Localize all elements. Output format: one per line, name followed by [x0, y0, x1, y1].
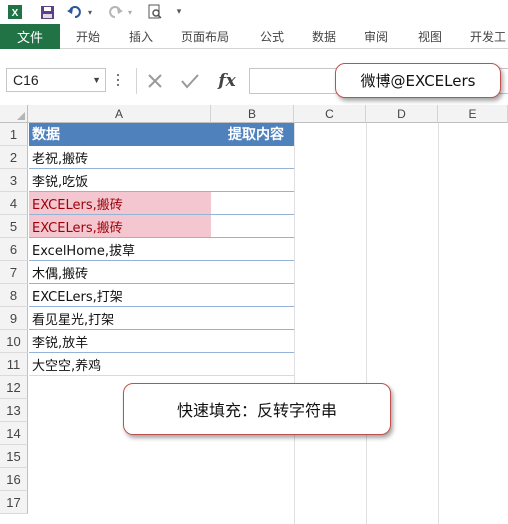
table-cell-a[interactable]: 李锐,吃饭 [29, 169, 211, 192]
row-header[interactable]: 16 [0, 468, 28, 491]
tab-developer[interactable]: 开发工 [470, 24, 506, 49]
table-cell-b[interactable] [211, 307, 294, 330]
formula-bar-grip-icon[interactable] [117, 74, 120, 86]
row-header[interactable]: 4 [0, 192, 28, 215]
row-header[interactable]: 17 [0, 491, 28, 514]
table-cell-a[interactable]: 看见星光,打架 [29, 307, 211, 330]
print-preview-icon[interactable] [146, 3, 164, 21]
table-cell-b[interactable] [211, 192, 294, 215]
table-cell-a[interactable]: 李锐,放羊 [29, 330, 211, 353]
table-cell-a-duplicate[interactable]: EXCELers,搬砖 [29, 215, 211, 238]
tab-home[interactable]: 开始 [76, 24, 100, 49]
save-icon[interactable] [38, 3, 56, 21]
redo-icon[interactable] [106, 3, 124, 21]
table-cell-b[interactable] [211, 261, 294, 284]
gridline [294, 123, 295, 524]
ribbon-tabs: 文件 开始 插入 页面布局 公式 数据 审阅 视图 开发工 [0, 24, 508, 49]
tab-review[interactable]: 审阅 [364, 24, 388, 49]
cancel-icon[interactable] [142, 70, 168, 92]
enter-check-icon[interactable] [177, 70, 203, 92]
tab-view[interactable]: 视图 [418, 24, 442, 49]
chevron-down-icon[interactable]: ▼ [92, 69, 101, 91]
table-cell-a[interactable]: EXCELers,打架 [29, 284, 211, 307]
gridline [438, 123, 439, 524]
redo-dropdown-icon[interactable]: ▾ [126, 3, 134, 21]
select-all-button[interactable] [0, 105, 28, 123]
excel-app-icon[interactable]: X [6, 3, 24, 21]
row-header[interactable]: 8 [0, 284, 28, 307]
table-cell-a[interactable]: 大空空,养鸡 [29, 353, 211, 376]
column-header-b[interactable]: B [211, 105, 294, 123]
row-header[interactable]: 15 [0, 445, 28, 468]
table-cell-a[interactable]: 木偶,搬砖 [29, 261, 211, 284]
column-header-a[interactable]: A [28, 105, 211, 123]
table-header-data[interactable]: 数据 [29, 123, 211, 146]
customize-qat-icon[interactable]: ▾ [174, 3, 184, 21]
row-header[interactable]: 2 [0, 146, 28, 169]
row-header[interactable]: 10 [0, 330, 28, 353]
watermark-callout: 微博@EXCELers [335, 63, 501, 98]
svg-text:X: X [12, 8, 19, 19]
table-cell-a[interactable]: ExcelHome,拔草 [29, 238, 211, 261]
row-header[interactable]: 9 [0, 307, 28, 330]
table-cell-b[interactable] [211, 330, 294, 353]
table-cell-b[interactable] [211, 169, 294, 192]
tab-page-layout[interactable]: 页面布局 [181, 24, 229, 49]
table-cell-a[interactable]: 老祝,搬砖 [29, 146, 211, 169]
tab-insert[interactable]: 插入 [129, 24, 153, 49]
row-header[interactable]: 12 [0, 376, 28, 399]
tab-file[interactable]: 文件 [0, 24, 60, 49]
column-header-e[interactable]: E [438, 105, 508, 123]
undo-icon[interactable] [66, 3, 84, 21]
table-cell-b[interactable] [211, 238, 294, 261]
quick-access-toolbar: X ▾ ▾ ▾ [0, 0, 508, 24]
table-cell-b[interactable] [211, 146, 294, 169]
insert-function-icon[interactable]: fx [214, 70, 240, 92]
tab-data[interactable]: 数据 [312, 24, 336, 49]
gridline [366, 123, 367, 524]
table-cell-b[interactable] [211, 353, 294, 376]
row-header[interactable]: 7 [0, 261, 28, 284]
table-cell-b[interactable] [211, 215, 294, 238]
name-box-value: C16 [13, 72, 39, 88]
row-header[interactable]: 5 [0, 215, 28, 238]
column-header-c[interactable]: C [294, 105, 366, 123]
title-callout: 快速填充：反转字符串 [123, 383, 391, 435]
row-header[interactable]: 1 [0, 123, 28, 146]
table-header-extract[interactable]: 提取内容 [211, 123, 294, 146]
row-header[interactable]: 13 [0, 399, 28, 422]
table-cell-a-duplicate[interactable]: EXCELers,搬砖 [29, 192, 211, 215]
row-header[interactable]: 3 [0, 169, 28, 192]
row-header[interactable]: 6 [0, 238, 28, 261]
row-header[interactable]: 11 [0, 353, 28, 376]
row-header[interactable]: 14 [0, 422, 28, 445]
table-cell-b[interactable] [211, 284, 294, 307]
column-header-d[interactable]: D [366, 105, 438, 123]
tab-formulas[interactable]: 公式 [260, 24, 284, 49]
formula-bar-divider [136, 68, 137, 94]
undo-dropdown-icon[interactable]: ▾ [86, 3, 94, 21]
worksheet-grid[interactable]: A B C D E 1 2 3 4 5 6 7 8 9 10 11 12 13 … [0, 105, 508, 524]
name-box[interactable]: C16 ▼ [6, 68, 106, 92]
